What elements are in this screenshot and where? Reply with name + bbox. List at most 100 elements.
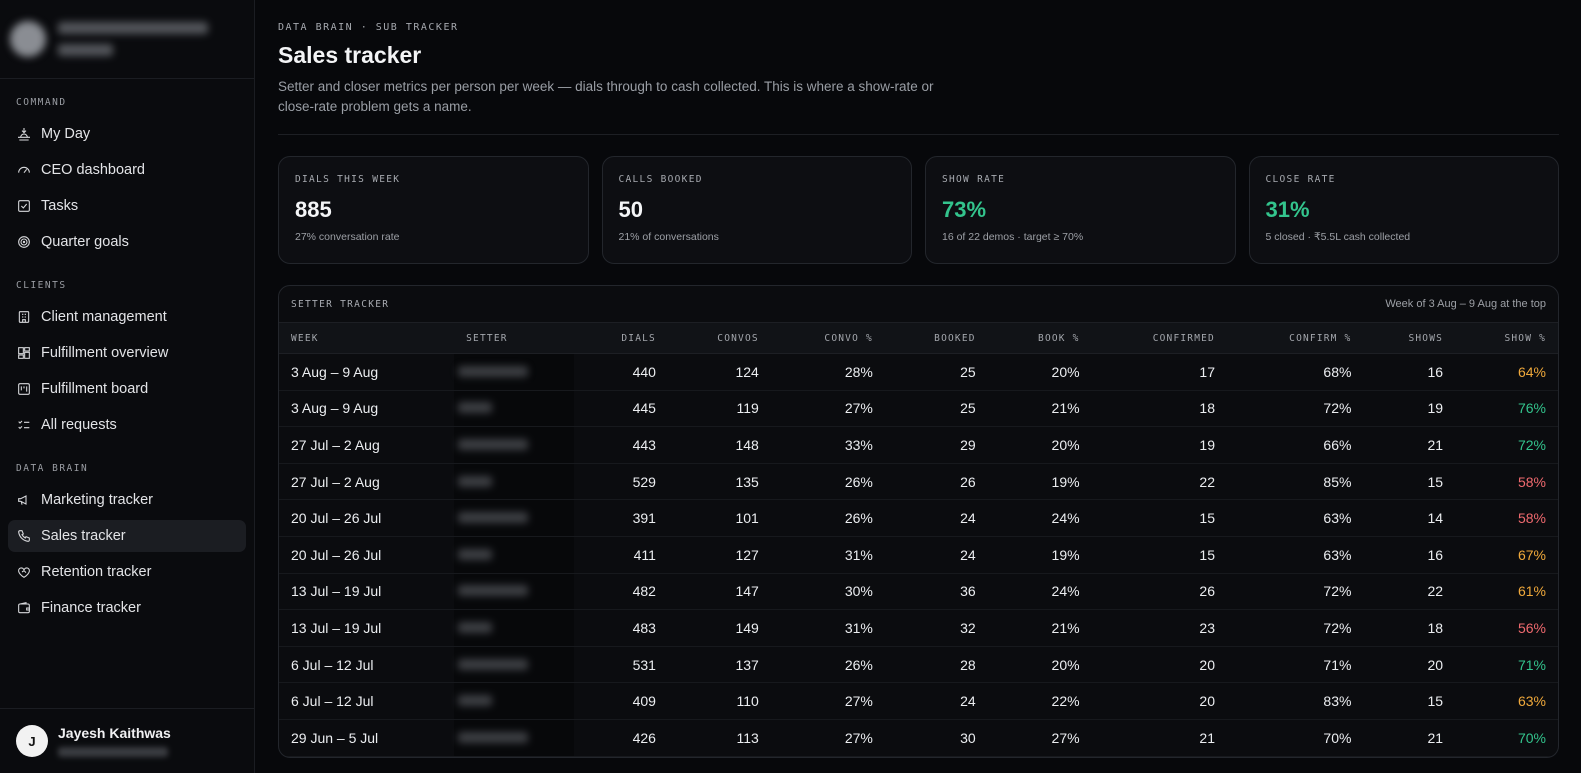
nav-section-command: COMMAND My Day CEO dashboard Tasks Quarter g… [0,79,254,258]
column-header[interactable]: WEEK [279,323,454,354]
cell-confirm-pct: 72% [1323,400,1352,417]
sidebar-item-label: Fulfillment overview [41,345,169,361]
table-row[interactable]: 3 Aug – 9 Aug 440 124 28% 25 20% 17 68% 16 64% [279,353,1558,391]
cell-convos: 124 [735,363,759,380]
cell-book-pct: 21% [1051,400,1080,417]
sidebar-item-all-requests[interactable]: All requests [8,409,246,441]
cell-convos: 135 [735,473,759,490]
cell-book-pct: 19% [1051,546,1080,563]
cell-book-pct: 27% [1051,729,1080,746]
sidebar-item-ceo-dashboard[interactable]: CEO dashboard [8,154,246,186]
table-row[interactable]: 3 Aug – 9 Aug 445 119 27% 25 21% 18 72% 19 76% [279,390,1558,427]
cell-confirm-pct: 72% [1323,619,1352,636]
sidebar-item-finance-tracker[interactable]: Finance tracker [8,592,246,624]
redacted-name [458,658,529,670]
column-header[interactable]: CONFIRMED [1092,323,1227,354]
target-icon [18,236,30,248]
megaphone-icon [18,495,27,505]
table-row[interactable]: 27 Jul – 2 Aug 529 135 26% 26 19% 22 85% 15 58% [279,463,1558,500]
cell-shows: 16 [1427,546,1444,563]
cell-convo-pct: 27% [844,693,873,710]
table-row[interactable]: 6 Jul – 12 Jul 531 137 26% 28 20% 20 71% 20 71% [279,646,1558,683]
checkbox-icon [18,200,30,212]
sidebar-item-label: Fulfillment board [41,381,149,397]
cell-week: 6 Jul – 12 Jul [291,656,374,673]
setter-name-redacted [454,609,575,647]
cell-show-pct: 64% [1517,363,1546,380]
column-header[interactable]: CONVO % [771,323,885,354]
cell-week: 13 Jul – 19 Jul [291,619,382,636]
redacted-name [458,475,493,487]
cell-confirmed: 20 [1199,693,1215,710]
table-row[interactable]: 20 Jul – 26 Jul 391 101 26% 24 24% 15 63% 14 58% [279,499,1558,537]
cell-booked: 24 [960,546,976,563]
sidebar-item-fulfillment-board[interactable]: Fulfillment board [8,373,246,405]
user-profile[interactable]: J Jayesh Kaithwas [0,708,254,773]
setter-tracker-panel: SETTER TRACKER Week of 3 Aug – 9 Aug at … [278,285,1559,758]
sidebar-item-quarter-goals[interactable]: Quarter goals [8,226,246,258]
cell-convos: 127 [735,546,759,563]
table-header-row: WEEK SETTER DIALS CONVOS CONVO % BOOKED BOOK %… [279,322,1558,354]
cell-confirm-pct: 63% [1323,510,1352,527]
cell-dials: 483 [632,619,656,636]
table-row[interactable]: 20 Jul – 26 Jul 411 127 31% 24 19% 15 63% 16 67% [279,536,1558,574]
sidebar-item-my-day[interactable]: My Day [8,118,246,150]
cell-confirmed: 19 [1199,436,1215,453]
column-header[interactable]: CONVOS [668,323,771,354]
sidebar-item-tasks[interactable]: Tasks [8,190,246,222]
nav-section-title: CLIENTS [16,280,67,291]
cell-shows: 22 [1427,583,1444,600]
cell-show-pct: 61% [1517,583,1546,600]
cell-convo-pct: 31% [844,619,873,636]
table-row[interactable]: 6 Jul – 12 Jul 409 110 27% 24 22% 20 83% 15 63% [279,682,1558,720]
cell-confirm-pct: 71% [1323,656,1352,673]
cell-convo-pct: 31% [844,546,873,563]
table-row[interactable]: 27 Jul – 2 Aug 443 148 33% 29 20% 19 66% 21 72% [279,426,1558,464]
cell-week: 29 Jun – 5 Jul [291,729,379,746]
cell-convos: 110 [736,693,759,710]
redacted-name [458,695,493,707]
nav-section-title: DATA BRAIN [16,463,89,474]
cell-convo-pct: 33% [844,436,873,453]
stat-subtext: 16 of 22 demos · target ≥ 70% [942,231,1084,243]
sidebar-item-retention-tracker[interactable]: Retention tracker [8,556,246,588]
sidebar-item-marketing-tracker[interactable]: Marketing tracker [8,484,246,516]
cell-convos: 137 [735,656,759,673]
cell-show-pct: 71% [1517,656,1546,673]
column-header[interactable]: SHOWS [1363,323,1455,354]
cell-booked: 28 [960,656,976,673]
cell-confirm-pct: 70% [1323,729,1352,746]
column-header[interactable]: CONFIRM % [1227,323,1363,354]
table-row[interactable]: 13 Jul – 19 Jul 482 147 30% 36 24% 26 72% 22 61% [279,573,1558,610]
column-header[interactable]: SHOW % [1455,323,1558,354]
cell-dials: 531 [632,656,656,673]
cell-convos: 147 [735,583,759,600]
cell-week: 20 Jul – 26 Jul [291,510,382,527]
sidebar-item-label: My Day [41,126,91,142]
table-row[interactable]: 29 Jun – 5 Jul 426 113 27% 30 27% 21 70% 21 70% [279,719,1558,757]
column-header[interactable]: BOOKED [885,323,988,354]
sidebar-item-client-management[interactable]: Client management [8,301,246,333]
org-switcher[interactable] [0,0,254,79]
column-header[interactable]: BOOK % [988,323,1092,354]
stat-card-close-rate: CLOSE RATE 31% 5 closed · ₹5.5L cash colle… [1248,156,1559,264]
cell-week: 6 Jul – 12 Jul [291,693,374,710]
setter-name-redacted [454,646,575,683]
column-header[interactable]: SETTER [454,323,574,354]
cell-book-pct: 24% [1051,510,1080,527]
phone-icon [18,530,30,542]
column-header[interactable]: DIALS [574,323,668,354]
cell-confirmed: 15 [1199,546,1215,563]
sidebar-item-label: Client management [41,309,167,325]
sidebar-item-label: Sales tracker [41,528,126,544]
cell-book-pct: 24% [1051,583,1080,600]
setter-name-redacted [454,719,575,757]
table-row[interactable]: 13 Jul – 19 Jul 483 149 31% 32 21% 23 72% 18 56% [279,609,1558,647]
cell-confirmed: 15 [1199,510,1215,527]
sidebar-item-sales-tracker[interactable]: Sales tracker [8,520,246,552]
cell-book-pct: 21% [1051,619,1080,636]
cell-convo-pct: 26% [844,656,873,673]
cell-confirm-pct: 66% [1323,436,1352,453]
cell-shows: 19 [1427,400,1444,417]
sidebar-item-fulfillment-overview[interactable]: Fulfillment overview [8,337,246,369]
